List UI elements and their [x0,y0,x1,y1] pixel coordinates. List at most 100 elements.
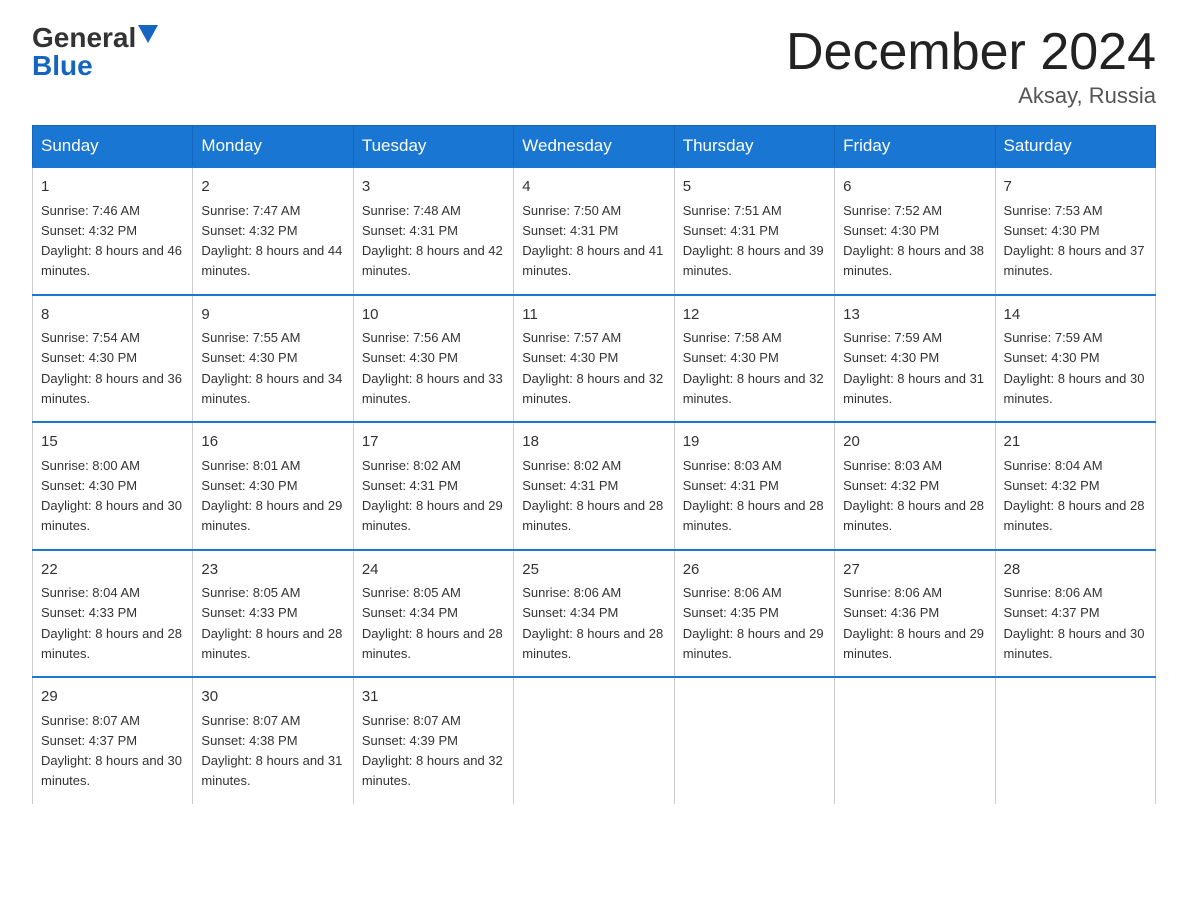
day-cell: 11 Sunrise: 7:57 AMSunset: 4:30 PMDaylig… [514,295,674,423]
day-cell: 4 Sunrise: 7:50 AMSunset: 4:31 PMDayligh… [514,167,674,295]
day-number: 14 [1004,304,1147,327]
day-number: 22 [41,559,184,582]
logo: General Blue [32,24,158,80]
day-number: 11 [522,304,665,327]
day-info: Sunrise: 7:51 AMSunset: 4:31 PMDaylight:… [683,203,824,279]
day-info: Sunrise: 7:58 AMSunset: 4:30 PMDaylight:… [683,330,824,406]
day-info: Sunrise: 7:52 AMSunset: 4:30 PMDaylight:… [843,203,984,279]
day-number: 16 [201,431,344,454]
day-cell: 8 Sunrise: 7:54 AMSunset: 4:30 PMDayligh… [33,295,193,423]
day-info: Sunrise: 7:59 AMSunset: 4:30 PMDaylight:… [843,330,984,406]
week-row-4: 22 Sunrise: 8:04 AMSunset: 4:33 PMDaylig… [33,550,1156,678]
day-info: Sunrise: 7:47 AMSunset: 4:32 PMDaylight:… [201,203,342,279]
day-cell: 18 Sunrise: 8:02 AMSunset: 4:31 PMDaylig… [514,422,674,550]
day-number: 6 [843,176,986,199]
day-cell: 13 Sunrise: 7:59 AMSunset: 4:30 PMDaylig… [835,295,995,423]
header-saturday: Saturday [995,126,1155,168]
day-info: Sunrise: 7:50 AMSunset: 4:31 PMDaylight:… [522,203,663,279]
day-info: Sunrise: 7:48 AMSunset: 4:31 PMDaylight:… [362,203,503,279]
day-number: 19 [683,431,826,454]
day-info: Sunrise: 8:02 AMSunset: 4:31 PMDaylight:… [362,458,503,534]
day-cell: 7 Sunrise: 7:53 AMSunset: 4:30 PMDayligh… [995,167,1155,295]
day-number: 10 [362,304,505,327]
day-info: Sunrise: 7:54 AMSunset: 4:30 PMDaylight:… [41,330,182,406]
day-number: 12 [683,304,826,327]
day-cell: 14 Sunrise: 7:59 AMSunset: 4:30 PMDaylig… [995,295,1155,423]
calendar-header-row: Sunday Monday Tuesday Wednesday Thursday… [33,126,1156,168]
day-cell: 15 Sunrise: 8:00 AMSunset: 4:30 PMDaylig… [33,422,193,550]
day-info: Sunrise: 8:07 AMSunset: 4:37 PMDaylight:… [41,713,182,789]
day-info: Sunrise: 8:02 AMSunset: 4:31 PMDaylight:… [522,458,663,534]
day-number: 15 [41,431,184,454]
day-info: Sunrise: 8:06 AMSunset: 4:35 PMDaylight:… [683,585,824,661]
day-cell: 22 Sunrise: 8:04 AMSunset: 4:33 PMDaylig… [33,550,193,678]
day-number: 2 [201,176,344,199]
day-number: 8 [41,304,184,327]
day-info: Sunrise: 8:05 AMSunset: 4:33 PMDaylight:… [201,585,342,661]
day-number: 18 [522,431,665,454]
day-number: 13 [843,304,986,327]
day-info: Sunrise: 8:00 AMSunset: 4:30 PMDaylight:… [41,458,182,534]
day-info: Sunrise: 7:53 AMSunset: 4:30 PMDaylight:… [1004,203,1145,279]
day-info: Sunrise: 8:07 AMSunset: 4:38 PMDaylight:… [201,713,342,789]
day-cell: 9 Sunrise: 7:55 AMSunset: 4:30 PMDayligh… [193,295,353,423]
header-monday: Monday [193,126,353,168]
day-cell: 5 Sunrise: 7:51 AMSunset: 4:31 PMDayligh… [674,167,834,295]
day-cell: 19 Sunrise: 8:03 AMSunset: 4:31 PMDaylig… [674,422,834,550]
day-cell: 28 Sunrise: 8:06 AMSunset: 4:37 PMDaylig… [995,550,1155,678]
day-info: Sunrise: 8:04 AMSunset: 4:33 PMDaylight:… [41,585,182,661]
day-number: 7 [1004,176,1147,199]
day-info: Sunrise: 8:05 AMSunset: 4:34 PMDaylight:… [362,585,503,661]
page-subtitle: Aksay, Russia [786,83,1156,109]
day-info: Sunrise: 7:56 AMSunset: 4:30 PMDaylight:… [362,330,503,406]
header-tuesday: Tuesday [353,126,513,168]
day-number: 26 [683,559,826,582]
day-cell: 12 Sunrise: 7:58 AMSunset: 4:30 PMDaylig… [674,295,834,423]
day-cell: 20 Sunrise: 8:03 AMSunset: 4:32 PMDaylig… [835,422,995,550]
header-friday: Friday [835,126,995,168]
day-cell: 29 Sunrise: 8:07 AMSunset: 4:37 PMDaylig… [33,677,193,804]
day-number: 3 [362,176,505,199]
day-info: Sunrise: 8:03 AMSunset: 4:31 PMDaylight:… [683,458,824,534]
day-cell: 31 Sunrise: 8:07 AMSunset: 4:39 PMDaylig… [353,677,513,804]
week-row-1: 1 Sunrise: 7:46 AMSunset: 4:32 PMDayligh… [33,167,1156,295]
calendar-table: Sunday Monday Tuesday Wednesday Thursday… [32,125,1156,804]
day-number: 17 [362,431,505,454]
day-number: 4 [522,176,665,199]
day-number: 9 [201,304,344,327]
day-cell: 17 Sunrise: 8:02 AMSunset: 4:31 PMDaylig… [353,422,513,550]
day-info: Sunrise: 8:06 AMSunset: 4:34 PMDaylight:… [522,585,663,661]
day-info: Sunrise: 8:04 AMSunset: 4:32 PMDaylight:… [1004,458,1145,534]
day-number: 20 [843,431,986,454]
day-info: Sunrise: 8:06 AMSunset: 4:37 PMDaylight:… [1004,585,1145,661]
day-number: 5 [683,176,826,199]
day-cell: 30 Sunrise: 8:07 AMSunset: 4:38 PMDaylig… [193,677,353,804]
day-cell: 16 Sunrise: 8:01 AMSunset: 4:30 PMDaylig… [193,422,353,550]
day-number: 21 [1004,431,1147,454]
page-header: General Blue December 2024 Aksay, Russia [32,24,1156,109]
day-cell [674,677,834,804]
day-cell: 3 Sunrise: 7:48 AMSunset: 4:31 PMDayligh… [353,167,513,295]
day-info: Sunrise: 7:46 AMSunset: 4:32 PMDaylight:… [41,203,182,279]
header-thursday: Thursday [674,126,834,168]
day-cell [835,677,995,804]
day-number: 30 [201,686,344,709]
day-info: Sunrise: 8:07 AMSunset: 4:39 PMDaylight:… [362,713,503,789]
day-info: Sunrise: 7:59 AMSunset: 4:30 PMDaylight:… [1004,330,1145,406]
day-number: 25 [522,559,665,582]
week-row-5: 29 Sunrise: 8:07 AMSunset: 4:37 PMDaylig… [33,677,1156,804]
day-info: Sunrise: 8:03 AMSunset: 4:32 PMDaylight:… [843,458,984,534]
day-cell: 21 Sunrise: 8:04 AMSunset: 4:32 PMDaylig… [995,422,1155,550]
day-cell [514,677,674,804]
day-number: 28 [1004,559,1147,582]
week-row-3: 15 Sunrise: 8:00 AMSunset: 4:30 PMDaylig… [33,422,1156,550]
week-row-2: 8 Sunrise: 7:54 AMSunset: 4:30 PMDayligh… [33,295,1156,423]
day-cell: 23 Sunrise: 8:05 AMSunset: 4:33 PMDaylig… [193,550,353,678]
day-cell: 26 Sunrise: 8:06 AMSunset: 4:35 PMDaylig… [674,550,834,678]
day-info: Sunrise: 7:57 AMSunset: 4:30 PMDaylight:… [522,330,663,406]
day-cell: 27 Sunrise: 8:06 AMSunset: 4:36 PMDaylig… [835,550,995,678]
day-cell: 6 Sunrise: 7:52 AMSunset: 4:30 PMDayligh… [835,167,995,295]
day-number: 23 [201,559,344,582]
day-cell: 2 Sunrise: 7:47 AMSunset: 4:32 PMDayligh… [193,167,353,295]
header-wednesday: Wednesday [514,126,674,168]
